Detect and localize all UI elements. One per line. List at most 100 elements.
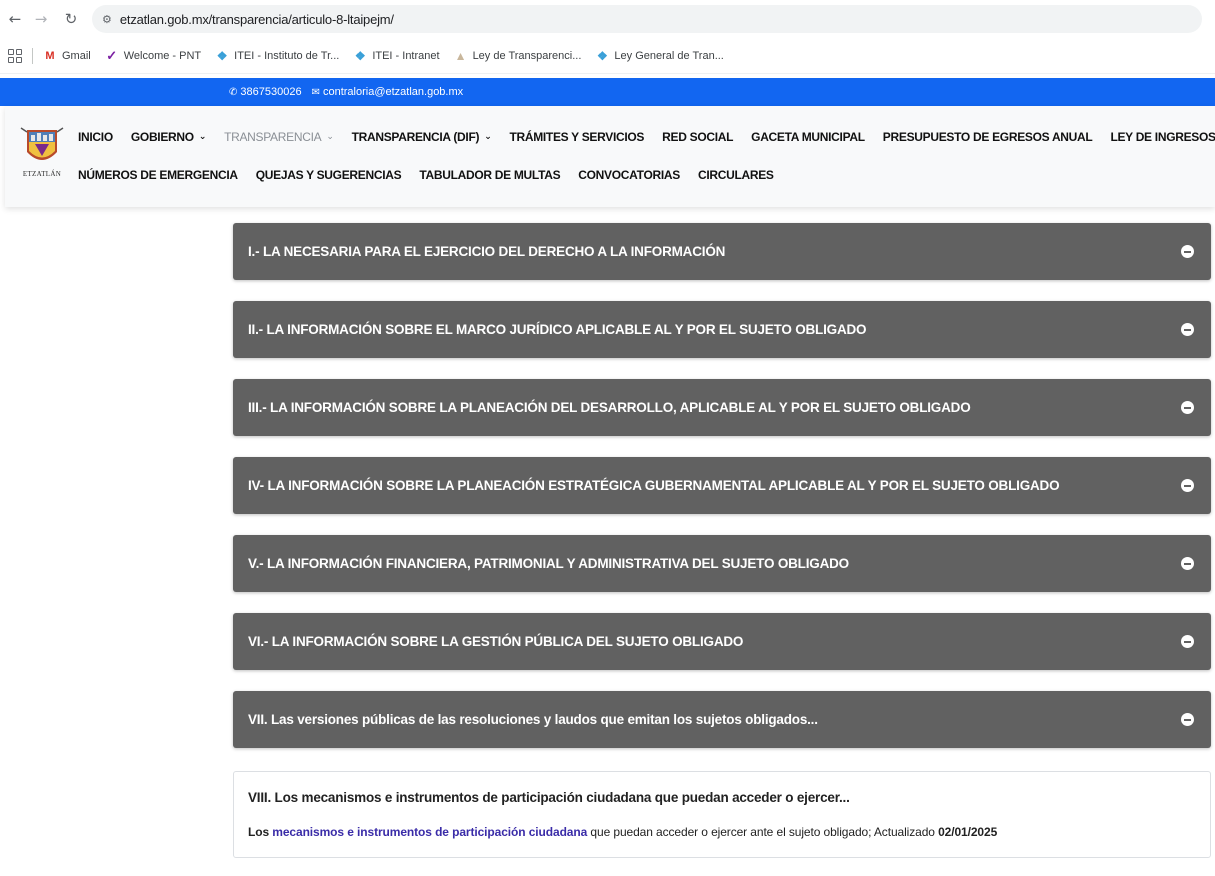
logo-text: ETZATLÁN xyxy=(22,170,62,178)
nav-item-red-social[interactable]: RED SOCIAL xyxy=(662,130,733,144)
nav-item-transparencia[interactable]: TRANSPARENCIA ⌄ xyxy=(224,130,334,144)
nav-item-ley-ingresos[interactable]: LEY DE INGRESOS MUNICIPA xyxy=(1110,130,1215,144)
collapse-minus-icon[interactable] xyxy=(1181,557,1194,570)
gmail-icon: M xyxy=(45,49,55,62)
bookmark-label: Welcome - PNT xyxy=(123,49,202,62)
nav-label: CONVOCATORIAS xyxy=(578,168,680,182)
accordion-header-ii[interactable]: II.- LA INFORMACIÓN SOBRE EL MARCO JURÍD… xyxy=(233,301,1211,358)
bookmark-itei-instituto[interactable]: ❖ ITEI - Instituto de Tr... xyxy=(215,48,340,63)
accordion-panel-viii: VIII. Los mecanismos e instrumentos de p… xyxy=(233,771,1211,858)
bookmarks-bar: M Gmail ✓ Welcome - PNT ❖ ITEI - Institu… xyxy=(0,38,1215,74)
collapse-minus-icon[interactable] xyxy=(1181,479,1194,492)
bookmark-ley-general[interactable]: ❖ Ley General de Tran... xyxy=(595,48,724,63)
nav-label: INICIO xyxy=(78,130,113,144)
phone-number: 3867530026 xyxy=(240,86,302,98)
nav-label: PRESUPUESTO DE EGRESOS ANUAL xyxy=(882,130,1093,144)
updated-date: 02/01/2025 xyxy=(938,825,998,839)
nav-item-tabulador[interactable]: TABULADOR DE MULTAS xyxy=(419,168,560,182)
nav-label: TRÁMITES Y SERVICIOS xyxy=(509,130,645,144)
bookmark-label: Ley de Transparenci... xyxy=(472,49,582,62)
nav-item-quejas[interactable]: QUEJAS Y SUGERENCIAS xyxy=(256,168,402,182)
nav-label: RED SOCIAL xyxy=(662,130,734,144)
accordion-header-v[interactable]: V.- LA INFORMACIÓN FINANCIERA, PATRIMONI… xyxy=(233,535,1211,592)
chevron-down-icon: ⌄ xyxy=(198,132,207,142)
nav-item-circulares[interactable]: CIRCULARES xyxy=(698,168,774,182)
accordion-header-i[interactable]: I.- LA NECESARIA PARA EL EJERCICIO DEL D… xyxy=(233,223,1211,280)
reload-icon[interactable]: ↻ xyxy=(60,8,82,30)
nav-label: GOBIERNO xyxy=(130,130,194,144)
accordion-body: Los mecanismos e instrumentos de partici… xyxy=(248,825,1210,839)
accordion-title: V.- LA INFORMACIÓN FINANCIERA, PATRIMONI… xyxy=(248,556,849,571)
collapse-minus-icon[interactable] xyxy=(1181,713,1194,726)
nav-row-secondary: NÚMEROS DE EMERGENCIA QUEJAS Y SUGERENCI… xyxy=(78,168,792,182)
nav-item-transparencia-dif[interactable]: TRANSPARENCIA (DIF) ⌄ xyxy=(352,130,492,144)
bookmark-label: ITEI - Intranet xyxy=(372,49,440,62)
transparency-accordion: I.- LA NECESARIA PARA EL EJERCICIO DEL D… xyxy=(233,223,1211,769)
nav-label: CIRCULARES xyxy=(697,168,774,182)
accordion-header-iii[interactable]: III.- LA INFORMACIÓN SOBRE LA PLANEACIÓN… xyxy=(233,379,1211,436)
url-bar[interactable]: ⚙ etzatlan.gob.mx/transparencia/articulo… xyxy=(92,5,1202,33)
chevron-down-icon: ⌄ xyxy=(484,132,492,142)
collapse-minus-icon[interactable] xyxy=(1181,635,1194,648)
bookmarks-divider xyxy=(32,47,33,64)
forward-arrow-icon[interactable]: → xyxy=(30,8,52,30)
accordion-header-vii[interactable]: VII. Las versiones públicas de las resol… xyxy=(233,691,1211,748)
site-info-icon[interactable]: ⚙ xyxy=(102,13,112,26)
coat-of-arms-icon xyxy=(20,127,64,160)
browser-toolbar: ← → ↻ ⚙ etzatlan.gob.mx/transparencia/ar… xyxy=(0,0,1215,38)
nav-item-gobierno[interactable]: GOBIERNO ⌄ xyxy=(130,130,207,144)
main-navigation: ETZATLÁN INICIO GOBIERNO ⌄ TRANSPARENCIA ⌄… xyxy=(5,106,1215,207)
bookmark-pnt[interactable]: ✓ Welcome - PNT xyxy=(105,47,202,63)
email-address: contraloria@etzatlan.gob.mx xyxy=(322,86,464,98)
accordion-header-vi[interactable]: VI.- LA INFORMACIÓN SOBRE LA GESTIÓN PÚB… xyxy=(233,613,1211,670)
itei-icon: ❖ xyxy=(597,48,608,63)
collapse-minus-icon[interactable] xyxy=(1181,323,1194,336)
accordion-title: VII. Las versiones públicas de las resol… xyxy=(248,712,818,727)
nav-item-presupuesto[interactable]: PRESUPUESTO DE EGRESOS ANUAL xyxy=(883,130,1093,144)
nav-label: TABULADOR DE MULTAS xyxy=(419,168,561,182)
collapse-minus-icon[interactable] xyxy=(1181,401,1194,414)
accordion-title: II.- LA INFORMACIÓN SOBRE EL MARCO JURÍD… xyxy=(248,322,867,337)
nav-item-tramites[interactable]: TRÁMITES Y SERVICIOS xyxy=(509,130,644,144)
apps-grid-icon[interactable] xyxy=(8,48,22,63)
accordion-title[interactable]: VIII. Los mecanismos e instrumentos de p… xyxy=(248,790,1210,805)
nav-label: QUEJAS Y SUGERENCIAS xyxy=(255,168,402,182)
bookmark-label: Gmail xyxy=(62,49,91,62)
accordion-title: IV- LA INFORMACIÓN SOBRE LA PLANEACIÓN E… xyxy=(248,478,1060,493)
bookmark-label: ITEI - Instituto de Tr... xyxy=(234,49,340,62)
nav-label: TRANSPARENCIA xyxy=(224,130,322,144)
nav-label: GACETA MUNICIPAL xyxy=(751,130,865,144)
bookmark-label: Ley General de Tran... xyxy=(614,49,724,62)
nav-label: LEY DE INGRESOS MUNICIPA xyxy=(1110,130,1215,144)
nav-item-gaceta[interactable]: GACETA MUNICIPAL xyxy=(751,130,865,144)
bookmark-ley-transparencia[interactable]: ▲ Ley de Transparenci... xyxy=(454,49,582,63)
nav-label: TRANSPARENCIA (DIF) xyxy=(351,130,480,144)
itei-icon: ❖ xyxy=(354,48,366,63)
nav-item-inicio[interactable]: INICIO xyxy=(78,130,113,144)
nav-label: NÚMEROS DE EMERGENCIA xyxy=(78,168,238,182)
email-link[interactable]: ✉ contraloria@etzatlan.gob.mx xyxy=(312,86,464,98)
phone-link[interactable]: ✆ 3867530026 xyxy=(229,86,302,98)
accordion-title: III.- LA INFORMACIÓN SOBRE LA PLANEACIÓN… xyxy=(248,400,971,415)
accordion-header-iv[interactable]: IV- LA INFORMACIÓN SOBRE LA PLANEACIÓN E… xyxy=(233,457,1211,514)
accordion-title: VI.- LA INFORMACIÓN SOBRE LA GESTIÓN PÚB… xyxy=(248,634,744,649)
collapse-minus-icon[interactable] xyxy=(1181,245,1194,258)
ley-icon: ▲ xyxy=(454,48,467,63)
bookmark-gmail[interactable]: M Gmail xyxy=(43,49,91,63)
body-prefix: Los xyxy=(248,825,270,839)
back-arrow-icon[interactable]: ← xyxy=(4,8,26,30)
contact-bar: ✆ 3867530026 ✉ contraloria@etzatlan.gob.… xyxy=(0,78,1215,106)
site-logo[interactable]: ETZATLÁN xyxy=(17,126,67,192)
pnt-icon: ✓ xyxy=(106,47,118,63)
chevron-down-icon: ⌄ xyxy=(326,132,334,142)
bookmark-itei-intranet[interactable]: ❖ ITEI - Intranet xyxy=(353,48,440,63)
accordion-title: I.- LA NECESARIA PARA EL EJERCICIO DEL D… xyxy=(248,244,726,259)
phone-icon: ✆ xyxy=(229,86,238,98)
nav-item-emergencia[interactable]: NÚMEROS DE EMERGENCIA xyxy=(78,168,238,182)
body-suffix: que puedan acceder o ejercer ante el suj… xyxy=(590,825,935,839)
nav-item-convocatorias[interactable]: CONVOCATORIAS xyxy=(578,168,680,182)
nav-row-primary: INICIO GOBIERNO ⌄ TRANSPARENCIA ⌄ TRANSPAR… xyxy=(78,130,1215,144)
url-text[interactable]: etzatlan.gob.mx/transparencia/articulo-8… xyxy=(120,12,394,27)
participation-mechanisms-link[interactable]: mecanismos e instrumentos de participaci… xyxy=(272,825,587,839)
itei-icon: ❖ xyxy=(216,48,228,63)
